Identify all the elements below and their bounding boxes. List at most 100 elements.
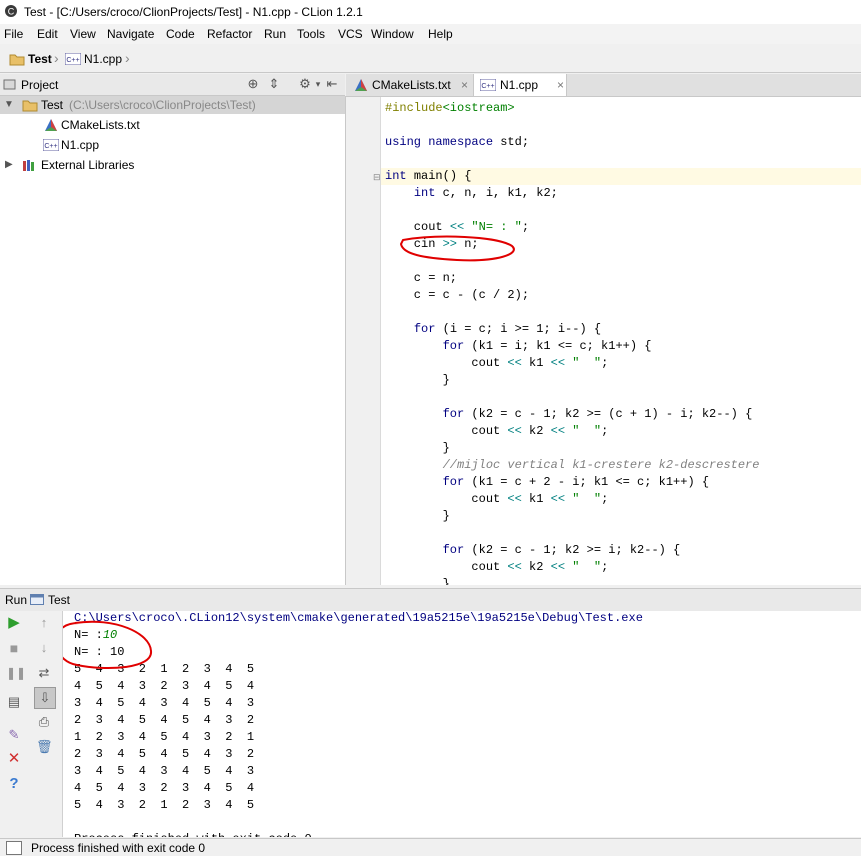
code-token: cout	[385, 492, 508, 506]
menu-view[interactable]: View	[70, 27, 96, 41]
code-token: for	[442, 339, 472, 353]
code-token: main() {	[413, 169, 472, 183]
close-icon[interactable]: ✕	[6, 751, 22, 767]
menu-help[interactable]: Help	[428, 27, 453, 41]
code-line: }	[385, 440, 450, 457]
code-token: }	[385, 373, 450, 387]
project-panel-header: Project ⊕ ⇕ ⚙ ▾ ⇤	[0, 74, 345, 96]
code-token: }	[385, 577, 450, 585]
tree-root[interactable]: ▼ Test (C:\Users\croco\ClionProjects\Tes…	[0, 96, 345, 114]
collapse-all-icon[interactable]: ⇕	[266, 76, 282, 92]
code-line: for (k1 = i; k1 <= c; k1++) {	[385, 338, 652, 355]
menu-edit[interactable]: Edit	[37, 27, 58, 41]
tree-item-label: External Libraries	[41, 158, 135, 172]
project-panel-title: Project	[21, 78, 59, 92]
code-token: ;	[601, 492, 609, 506]
fold-icon[interactable]: ⊟	[373, 172, 381, 183]
tree-item-external-libraries[interactable]: ▶ External Libraries	[0, 156, 345, 174]
arrow-up-icon[interactable]: ↑	[36, 615, 52, 631]
pin-icon[interactable]: ✎	[6, 727, 22, 743]
folder-icon	[22, 100, 38, 112]
tree-item-cmakelists[interactable]: CMakeLists.txt	[0, 116, 345, 134]
help-icon[interactable]: ?	[6, 776, 22, 792]
play-icon[interactable]: ▶	[6, 615, 22, 631]
code-line: //mijloc vertical k1-crestere k2-descres…	[385, 457, 760, 474]
menu-tools[interactable]: Tools	[297, 27, 325, 41]
chevron-down-icon[interactable]: ▼	[4, 96, 14, 114]
run-config-name: Test	[48, 593, 71, 607]
trash-icon[interactable]: 🗑	[36, 739, 53, 755]
project-icon	[3, 79, 16, 90]
tree-root-path: (C:\Users\croco\ClionProjects\Test)	[69, 98, 256, 112]
annotation-circle	[63, 620, 153, 670]
scroll-to-end-button[interactable]: ⇩	[34, 687, 56, 709]
code-token: ;	[601, 424, 609, 438]
code-token: cout	[385, 560, 508, 574]
svg-text:C++: C++	[44, 143, 57, 150]
code-token: c, n, i, k1, k2;	[442, 186, 558, 200]
code-token: " "	[572, 492, 602, 506]
tab-label: CMakeLists.txt	[372, 78, 451, 92]
stop-icon[interactable]: ■	[6, 640, 22, 656]
annotation-circle	[399, 235, 515, 262]
hide-panel-icon[interactable]: ⇤	[324, 76, 340, 92]
close-icon[interactable]: ×	[461, 74, 468, 96]
code-token: cout	[385, 424, 508, 438]
arrow-down-icon[interactable]: ↓	[36, 640, 52, 656]
run-console[interactable]: C:\Users\croco\.CLion12\system\cmake\gen…	[63, 611, 861, 837]
console-line: Process finished with exit code 0	[74, 831, 312, 837]
code-token: <<	[507, 424, 522, 438]
menu-vcs[interactable]: VCS	[338, 27, 363, 41]
menu-refactor[interactable]: Refactor	[207, 27, 252, 41]
code-token: int	[413, 186, 443, 200]
soft-wrap-icon[interactable]: ⇄	[36, 665, 52, 681]
status-toggle-icon[interactable]	[6, 841, 22, 855]
code-token: }	[385, 441, 450, 455]
tab-n1cpp[interactable]: C++ N1.cpp ×	[473, 74, 567, 96]
folder-icon	[9, 54, 25, 66]
dump-threads-icon[interactable]: ▤	[6, 694, 22, 710]
code-token: <<	[507, 492, 522, 506]
code-line: cout << k1 << " ";	[385, 355, 608, 372]
chevron-right-icon[interactable]: ▶	[5, 156, 13, 174]
menu-window[interactable]: Window	[371, 27, 414, 41]
window-title: Test - [C:/Users/croco/ClionProjects/Tes…	[24, 5, 363, 19]
code-token: k1	[521, 356, 551, 370]
code-token: " "	[572, 356, 602, 370]
code-token: ;	[521, 220, 530, 234]
console-line: 4 5 4 3 2 3 4 5 4	[74, 781, 255, 795]
tree-item-label: CMakeLists.txt	[61, 118, 140, 132]
menu-run[interactable]: Run	[264, 27, 286, 41]
menu-navigate[interactable]: Navigate	[107, 27, 154, 41]
tab-cmakelists[interactable]: CMakeLists.txt ×	[348, 74, 480, 96]
code-token: <<	[507, 560, 522, 574]
code-editor[interactable]: #include<iostream> using namespace std; in…	[381, 97, 861, 585]
code-token: k2	[521, 424, 551, 438]
scroll-to-end-icon: ⇩	[39, 690, 51, 705]
menu-code[interactable]: Code	[166, 27, 195, 41]
code-token: <<	[550, 560, 566, 574]
close-icon[interactable]: ×	[557, 74, 564, 96]
breadcrumb-file[interactable]: N1.cpp	[84, 52, 122, 66]
console-line: 3 4 5 4 3 4 5 4 3	[74, 696, 255, 710]
pause-icon[interactable]: ❚❚	[6, 665, 26, 681]
code-token: (k1 = c + 2 - i; k1 <= c; k1++) {	[471, 475, 710, 489]
code-line: #include<iostream>	[385, 100, 515, 117]
console-line: 2 3 4 5 4 5 4 3 2	[74, 747, 255, 761]
code-token: <<	[550, 424, 566, 438]
cpp-file-icon: C++	[480, 79, 496, 91]
run-panel-label: Run	[5, 593, 28, 607]
code-line: for (i = c; i >= 1; i--) {	[385, 321, 601, 338]
target-icon[interactable]: ⊕	[245, 76, 261, 92]
chevron-right-icon: ›	[54, 50, 59, 66]
code-line: cout << k2 << " ";	[385, 559, 608, 576]
code-token: c = n;	[385, 271, 458, 285]
menu-file[interactable]: File	[4, 27, 23, 41]
print-icon[interactable]: ⎙	[36, 714, 52, 730]
code-token: (i = c; i >= 1; i--) {	[442, 322, 602, 336]
tree-item-n1cpp[interactable]: C++ N1.cpp	[0, 136, 345, 154]
code-line: }	[385, 576, 450, 585]
breadcrumb-project[interactable]: Test	[28, 52, 52, 66]
